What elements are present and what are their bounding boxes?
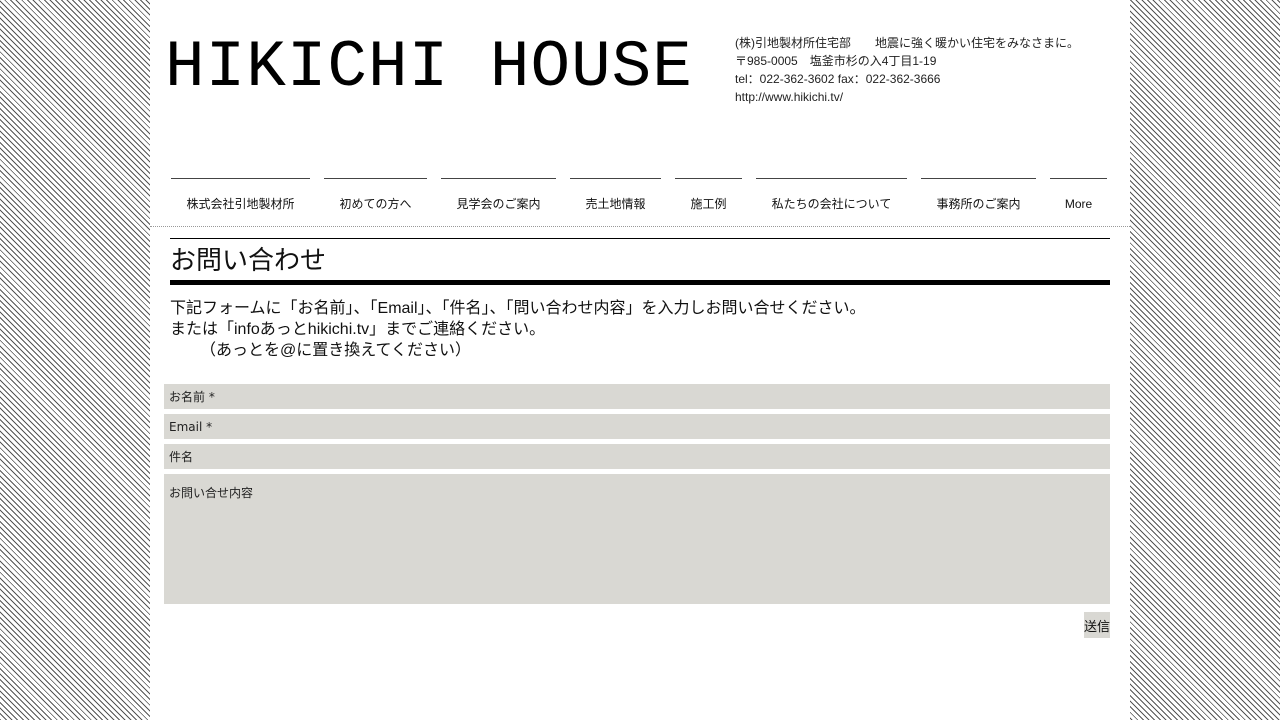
nav-item-company[interactable]: 株式会社引地製材所 <box>171 178 310 224</box>
nav-item-first-visit[interactable]: 初めての方へ <box>324 178 427 224</box>
content-title-block: お問い合わせ <box>170 238 1110 285</box>
nav-item-about[interactable]: 私たちの会社について <box>756 178 907 224</box>
company-name: (株)引地製材所住宅部 <box>735 36 851 50</box>
company-address: 〒985-0005 塩釜市杉の入4丁目1-19 <box>735 54 937 68</box>
name-field[interactable] <box>164 384 1110 409</box>
message-field[interactable] <box>164 474 1110 604</box>
company-tagline: 地震に強く暖かい住宅をみなさまに。 <box>875 36 1080 50</box>
submit-button[interactable]: 送信 <box>1084 612 1110 638</box>
intro-text: 下記フォームに「お名前」、「Email」、「件名」、「問い合わせ内容」を入力しお… <box>170 298 1110 361</box>
nav-item-more[interactable]: More <box>1050 178 1107 224</box>
company-url[interactable]: http://www.hikichi.tv/ <box>735 88 1079 106</box>
subject-field[interactable] <box>164 444 1110 469</box>
nav-item-land-for-sale[interactable]: 売土地情報 <box>570 178 661 224</box>
intro-line: （あっとを@に置き換えてください） <box>200 342 471 359</box>
nav-item-open-house[interactable]: 見学会のご案内 <box>441 178 556 224</box>
page-title: お問い合わせ <box>170 245 327 275</box>
nav-item-office[interactable]: 事務所のご案内 <box>921 178 1036 224</box>
company-phone: tel：022-362-3602 fax：022-362-3666 <box>735 72 941 86</box>
intro-line: または「infoあっとhikichi.tv」までご連絡ください。 <box>170 321 546 338</box>
company-line: (株)引地製材所住宅部 地震に強く暖かい住宅をみなさまに。 <box>735 34 1079 52</box>
site-title[interactable]: HIKICHI HOUSE <box>165 28 693 108</box>
intro-line: 下記フォームに「お名前」、「Email」、「件名」、「問い合わせ内容」を入力しお… <box>170 300 866 317</box>
main-nav: 株式会社引地製材所 初めての方へ 見学会のご案内 売土地情報 施工例 私たちの会… <box>150 178 1130 227</box>
company-info: (株)引地製材所住宅部 地震に強く暖かい住宅をみなさまに。 〒985-0005 塩… <box>735 34 1079 106</box>
nav-item-works[interactable]: 施工例 <box>675 178 742 224</box>
email-field[interactable] <box>164 414 1110 439</box>
page-container: HIKICHI HOUSE (株)引地製材所住宅部 地震に強く暖かい住宅をみなさま… <box>150 0 1130 720</box>
